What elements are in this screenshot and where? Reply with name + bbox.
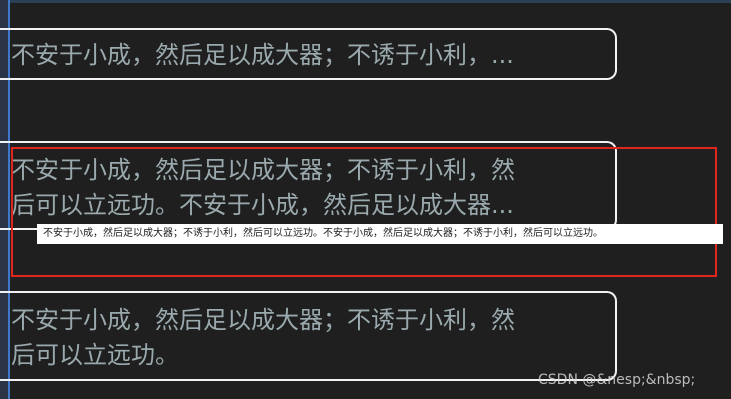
card1-text: 不安于小成，然后足以成大器；不诱于小利，... (11, 41, 514, 69)
tooltip: 不安于小成，然后足以成大器；不诱于小利，然后可以立远功。不安于小成，然后足以成大… (37, 224, 723, 244)
card-single-line-ellipsis: 不安于小成，然后足以成大器；不诱于小利，... (0, 28, 617, 80)
watermark: CSDN @&nesp;&nbsp; (538, 372, 696, 388)
card3-text-block: 不安于小成，然后足以成大器；不诱于小利，然 后可以立远功。 (11, 303, 601, 373)
card3-line1: 不安于小成，然后足以成大器；不诱于小利，然 (11, 306, 515, 334)
card3-line2: 后可以立远功。 (11, 341, 179, 369)
highlight-box (11, 147, 717, 277)
card-two-line-full: 不安于小成，然后足以成大器；不诱于小利，然 后可以立远功。 (0, 291, 617, 381)
window-top-border (0, 0, 731, 3)
